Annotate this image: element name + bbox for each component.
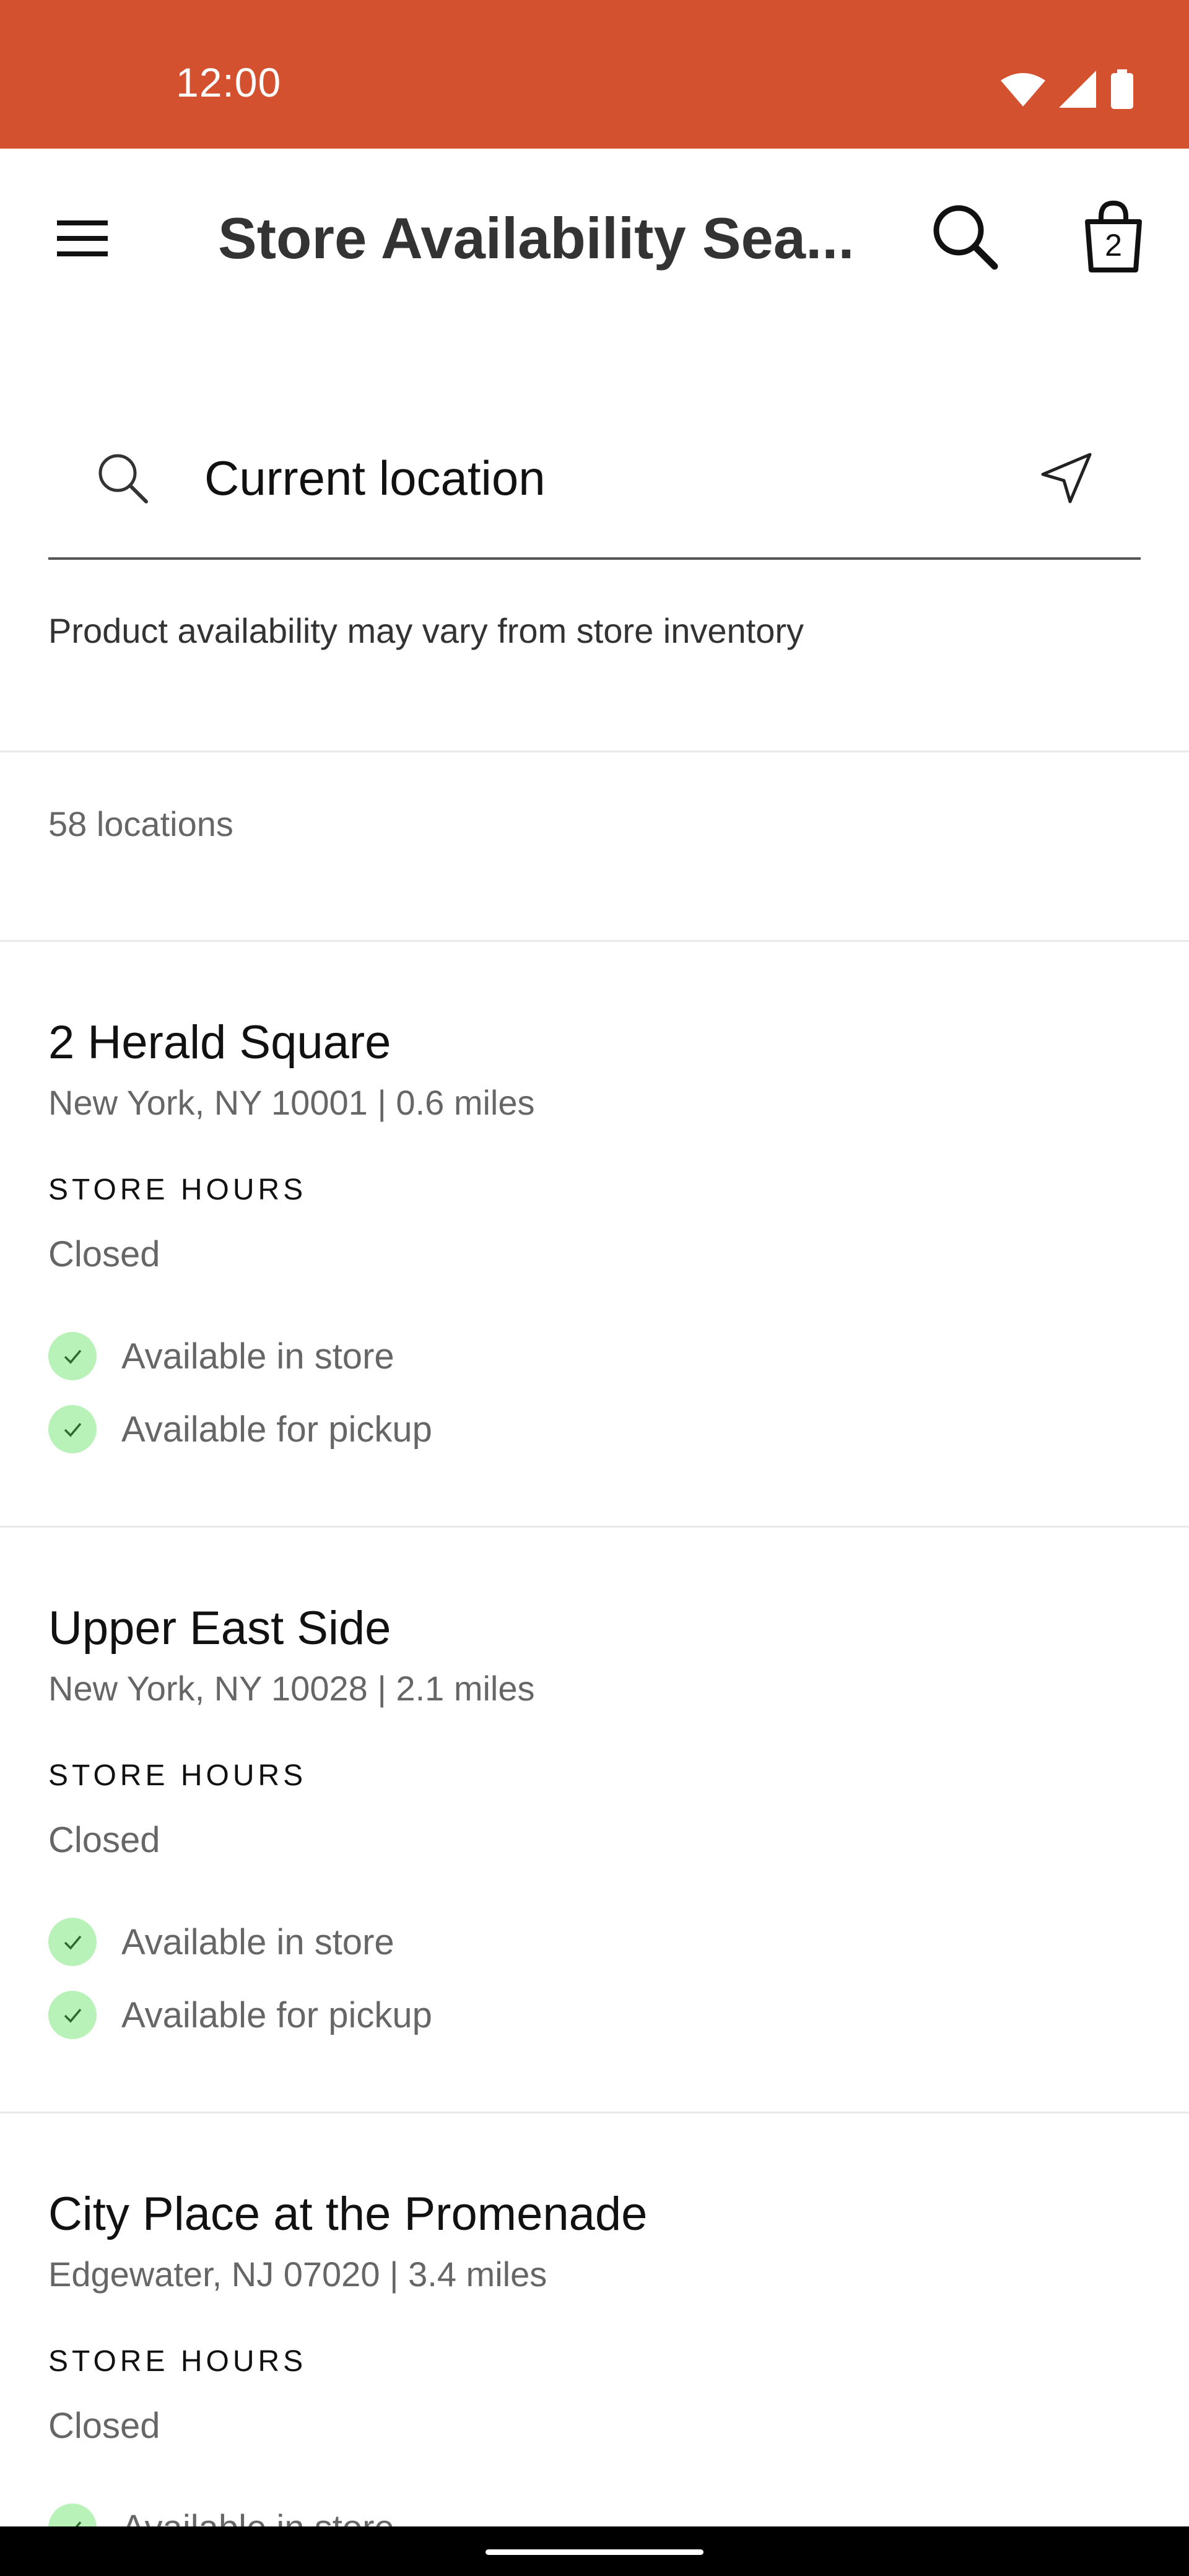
divider <box>0 2112 1189 2113</box>
availability-label: Available in store <box>121 2507 394 2527</box>
store-name: 2 Herald Square <box>48 1016 391 1069</box>
check-icon <box>48 1991 97 2039</box>
store-name: City Place at the Promenade <box>48 2188 648 2240</box>
availability-item: Available for pickup <box>48 1403 432 1455</box>
availability-label: Available in store <box>121 1336 394 1377</box>
hamburger-menu-icon[interactable] <box>48 204 116 272</box>
status-time: 12:00 <box>176 59 282 105</box>
use-current-location-button[interactable] <box>1034 446 1099 510</box>
home-indicator[interactable] <box>486 2549 703 2555</box>
cart-count-badge: 2 <box>1105 228 1122 263</box>
check-icon <box>48 1405 97 1453</box>
store-address: New York, NY 10001 | 0.6 miles <box>48 1083 535 1122</box>
location-count: 58 locations <box>48 804 233 843</box>
availability-disclaimer: Product availability may vary from store… <box>48 611 804 650</box>
store-card[interactable]: Upper East Side New York, NY 10028 | 2.1… <box>48 1601 1138 2072</box>
store-hours-label: STORE HOURS <box>48 2345 307 2378</box>
divider <box>0 940 1189 942</box>
search-button[interactable] <box>928 199 1002 274</box>
store-hours-label: STORE HOURS <box>48 1173 307 1206</box>
field-underline <box>48 557 1141 560</box>
availability-label: Available for pickup <box>121 1409 432 1450</box>
availability-item: Available in store <box>48 1916 394 1968</box>
battery-icon <box>1111 69 1133 109</box>
location-search-field <box>48 396 1141 560</box>
store-hours-value: Closed <box>48 1820 160 1860</box>
availability-item: Available in store <box>48 1330 394 1382</box>
search-icon <box>94 450 151 507</box>
availability-item: Available for pickup <box>48 1989 432 2041</box>
availability-item: Available in store <box>48 2502 394 2526</box>
availability-label: Available in store <box>121 1921 394 1962</box>
availability-label: Available for pickup <box>121 1995 432 2035</box>
location-input[interactable] <box>204 446 1009 510</box>
wifi-icon <box>1001 73 1045 107</box>
shopping-bag-button[interactable]: 2 <box>1076 198 1151 275</box>
location-arrow-icon <box>1041 453 1092 503</box>
store-card[interactable]: 2 Herald Square New York, NY 10001 | 0.6… <box>48 1016 1138 1486</box>
search-icon <box>933 205 998 270</box>
store-card[interactable]: City Place at the Promenade Edgewater, N… <box>48 2187 1138 2526</box>
page-title: Store Availability Sea... <box>218 206 855 271</box>
divider <box>0 1526 1189 1528</box>
store-name: Upper East Side <box>48 1602 391 1655</box>
check-icon <box>48 1918 97 1966</box>
status-icons <box>1001 69 1135 109</box>
store-address: New York, NY 10028 | 2.1 miles <box>48 1669 535 1708</box>
store-hours-value: Closed <box>48 2406 160 2446</box>
check-icon <box>48 1332 97 1380</box>
cell-signal-icon <box>1059 71 1096 108</box>
divider <box>0 751 1189 752</box>
store-address: Edgewater, NJ 07020 | 3.4 miles <box>48 2255 547 2294</box>
store-hours-label: STORE HOURS <box>48 1759 307 1792</box>
store-hours-value: Closed <box>48 1234 160 1274</box>
check-icon <box>48 2504 97 2526</box>
status-bar: 12:00 <box>0 0 1189 149</box>
